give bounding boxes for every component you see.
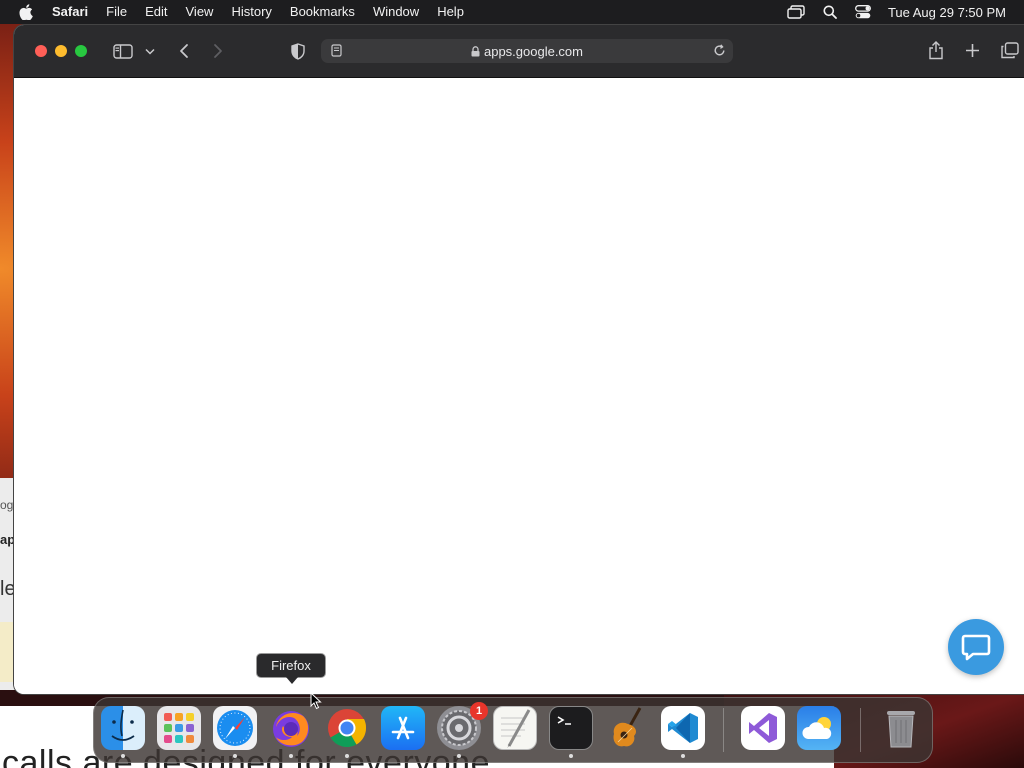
menu-history[interactable]: History xyxy=(222,0,280,24)
menu-file[interactable]: File xyxy=(97,0,136,24)
notification-badge: 1 xyxy=(470,702,488,720)
url-text[interactable]: apps.google.com xyxy=(484,44,583,59)
running-indicator xyxy=(569,754,573,758)
running-indicator xyxy=(233,754,237,758)
firefox-icon[interactable] xyxy=(269,706,313,750)
visual-studio-icon[interactable] xyxy=(741,706,785,750)
reader-page-icon[interactable] xyxy=(331,44,342,57)
new-tab-icon[interactable] xyxy=(964,42,980,58)
vscode-icon[interactable] xyxy=(661,706,705,750)
chat-bubble-icon xyxy=(961,634,991,661)
menu-help[interactable]: Help xyxy=(428,0,473,24)
dock-separator xyxy=(723,708,724,752)
running-indicator xyxy=(121,754,125,758)
privacy-shield-icon[interactable] xyxy=(289,42,307,60)
trash-icon[interactable] xyxy=(879,706,923,750)
reload-icon[interactable] xyxy=(713,44,726,57)
chat-support-button[interactable] xyxy=(948,619,1004,675)
running-indicator xyxy=(457,754,461,758)
menu-bookmarks[interactable]: Bookmarks xyxy=(281,0,364,24)
mouse-cursor xyxy=(310,691,322,715)
running-indicator xyxy=(289,754,293,758)
terminal-icon[interactable] xyxy=(549,706,593,750)
address-bar[interactable]: apps.google.com xyxy=(321,39,733,63)
menu-app-name[interactable]: Safari xyxy=(52,0,97,24)
spotlight-search-icon[interactable] xyxy=(823,5,837,19)
running-indicator xyxy=(345,754,349,758)
zoom-window-button[interactable] xyxy=(75,45,87,57)
control-center-icon[interactable] xyxy=(855,5,871,19)
safari-icon[interactable] xyxy=(213,706,257,750)
screen-mirroring-icon[interactable] xyxy=(787,5,805,19)
apple-menu-icon[interactable] xyxy=(0,4,52,20)
forward-button-icon[interactable] xyxy=(210,42,226,60)
menu-view[interactable]: View xyxy=(177,0,223,24)
menu-edit[interactable]: Edit xyxy=(136,0,176,24)
safari-window: apps.google.com xyxy=(14,25,1024,694)
menu-bar-clock[interactable]: Tue Aug 29 7:50 PM xyxy=(888,5,1006,20)
lock-icon xyxy=(471,45,480,57)
back-button-icon[interactable] xyxy=(176,42,192,60)
app-store-icon[interactable] xyxy=(381,706,425,750)
menu-bar: Safari File Edit View History Bookmarks … xyxy=(0,0,1024,24)
chevron-down-icon[interactable] xyxy=(144,45,156,57)
minimize-window-button[interactable] xyxy=(55,45,67,57)
share-icon[interactable] xyxy=(927,40,945,60)
dock-tooltip: Firefox xyxy=(256,653,326,684)
page-content xyxy=(14,78,1024,694)
launchpad-icon[interactable] xyxy=(157,706,201,750)
finder-icon[interactable] xyxy=(101,706,145,750)
menu-window[interactable]: Window xyxy=(364,0,428,24)
dock-separator xyxy=(860,708,861,752)
garageband-icon[interactable] xyxy=(605,706,649,750)
weather-icon[interactable] xyxy=(797,706,841,750)
chrome-icon[interactable] xyxy=(325,706,369,750)
running-indicator xyxy=(681,754,685,758)
textedit-icon[interactable] xyxy=(493,706,537,750)
tab-overview-icon[interactable] xyxy=(1000,41,1020,59)
browser-toolbar: apps.google.com xyxy=(14,25,1024,78)
sidebar-toggle-icon[interactable] xyxy=(112,42,134,60)
close-window-button[interactable] xyxy=(35,45,47,57)
dock-tooltip-label: Firefox xyxy=(271,658,311,673)
dock: 1 xyxy=(93,697,933,763)
